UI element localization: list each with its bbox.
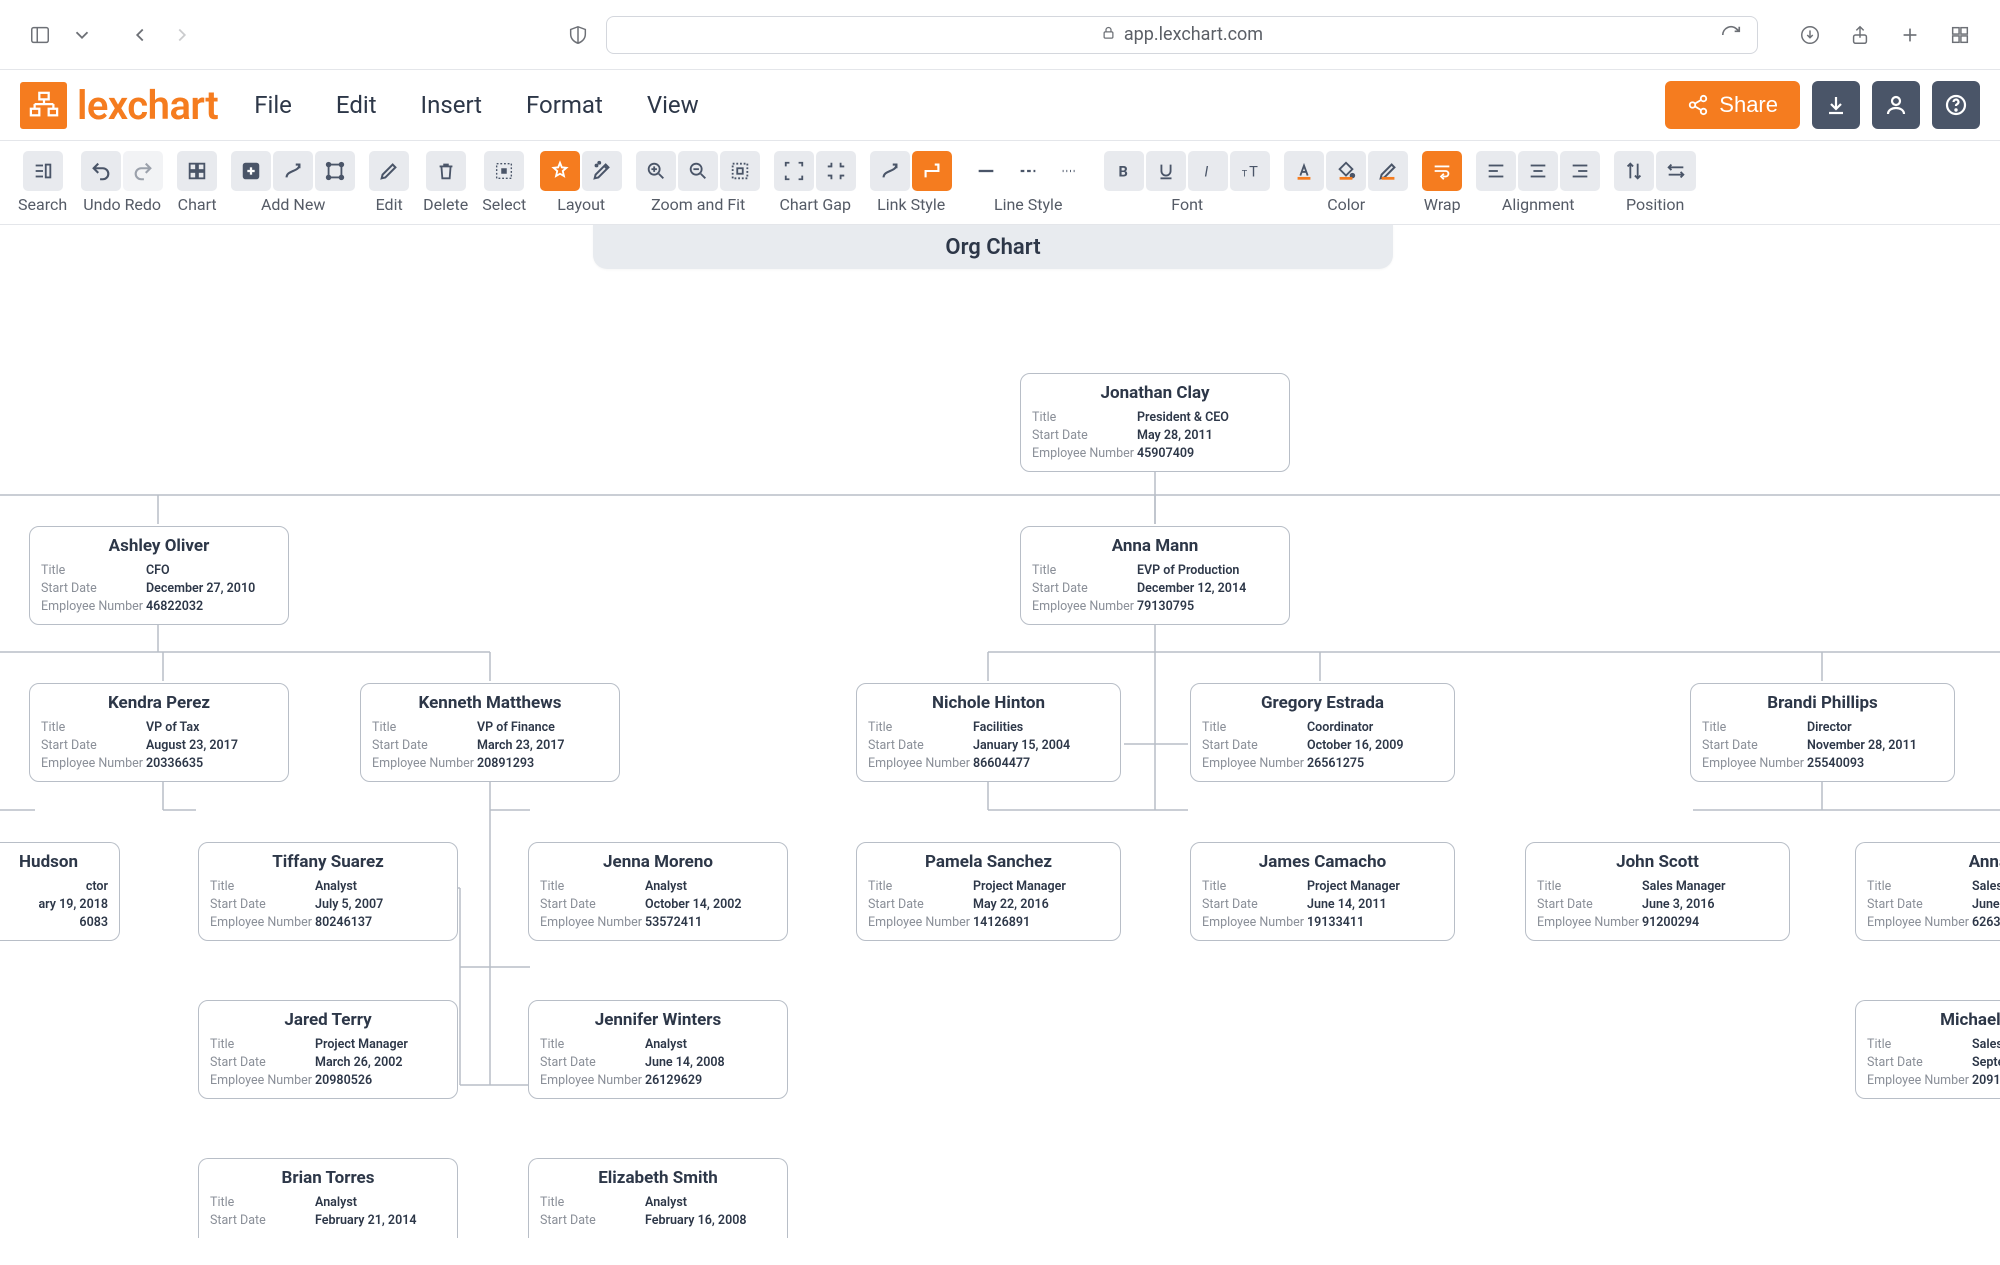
node-oliver[interactable]: Ashley Oliver TitleCFO Start DateDecembe… xyxy=(29,526,289,625)
tb-line-dot[interactable] xyxy=(1050,151,1090,191)
tb-layout-manual[interactable] xyxy=(582,151,622,191)
share-button[interactable]: Share xyxy=(1665,81,1800,129)
node-sanchez[interactable]: Pamela Sanchez TitleProject Manager Star… xyxy=(856,842,1121,941)
app-header: lexchart File Edit Insert Format View Sh… xyxy=(0,70,2000,140)
browser-chrome: app.lexchart.com xyxy=(0,0,2000,70)
address-bar[interactable]: app.lexchart.com xyxy=(606,16,1758,54)
node-suarez[interactable]: Tiffany Suarez TitleAnalyst Start DateJu… xyxy=(198,842,458,941)
node-moreno[interactable]: Jenna Moreno TitleAnalyst Start DateOcto… xyxy=(528,842,788,941)
share-up-icon[interactable] xyxy=(1846,21,1874,49)
tb-pos-h[interactable] xyxy=(1656,151,1696,191)
forward-icon[interactable] xyxy=(168,21,196,49)
logo-text: lexchart xyxy=(77,82,218,129)
sidebar-toggle-icon[interactable] xyxy=(26,21,54,49)
url-text: app.lexchart.com xyxy=(1124,24,1263,45)
toolbar: Search Undo Redo Chart Add New Edit Dele… xyxy=(0,140,2000,225)
node-hinton[interactable]: Nichole Hinton TitleFacilities Start Dat… xyxy=(856,683,1121,782)
node-smith[interactable]: Elizabeth Smith TitleAnalyst Start DateF… xyxy=(528,1158,788,1238)
tb-redo[interactable] xyxy=(123,151,163,191)
tb-color-fill[interactable] xyxy=(1326,151,1366,191)
menu-format[interactable]: Format xyxy=(526,91,603,119)
tb-gap-collapse[interactable] xyxy=(816,151,856,191)
chevron-down-icon[interactable] xyxy=(68,21,96,49)
node-scott[interactable]: John Scott TitleSales Manager Start Date… xyxy=(1525,842,1790,941)
tb-delete[interactable] xyxy=(426,151,466,191)
tb-link-elbow[interactable] xyxy=(912,151,952,191)
node-phillips[interactable]: Brandi Phillips TitleDirector Start Date… xyxy=(1690,683,1955,782)
download-circle-icon[interactable] xyxy=(1796,21,1824,49)
tabs-grid-icon[interactable] xyxy=(1946,21,1974,49)
node-michael[interactable]: Michael Jo TitleSales Start DateSepte Em… xyxy=(1855,1000,2000,1099)
menu-insert[interactable]: Insert xyxy=(421,91,482,119)
tb-chart[interactable] xyxy=(177,151,217,191)
menu-file[interactable]: File xyxy=(254,91,292,119)
tb-zoom-fit[interactable] xyxy=(720,151,760,191)
tb-layout-auto[interactable] xyxy=(540,151,580,191)
menubar: File Edit Insert Format View xyxy=(254,91,698,119)
node-winters[interactable]: Jennifer Winters TitleAnalyst Start Date… xyxy=(528,1000,788,1099)
tb-add-link[interactable] xyxy=(273,151,313,191)
logo-mark-icon xyxy=(20,82,67,129)
tb-zoom-out[interactable] xyxy=(678,151,718,191)
node-annao[interactable]: Anna O TitleSales Start DateJune Employe… xyxy=(1855,842,2000,941)
tb-align-left[interactable] xyxy=(1476,151,1516,191)
download-button[interactable] xyxy=(1812,81,1860,129)
share-label: Share xyxy=(1719,92,1778,118)
help-button[interactable] xyxy=(1932,81,1980,129)
back-icon[interactable] xyxy=(126,21,154,49)
node-terry[interactable]: Jared Terry TitleProject Manager Start D… xyxy=(198,1000,458,1099)
node-estrada[interactable]: Gregory Estrada TitleCoordinator Start D… xyxy=(1190,683,1455,782)
tb-font-italic[interactable]: I xyxy=(1188,151,1228,191)
node-hudson[interactable]: Hudson ctor ary 19, 2018 6083 xyxy=(0,842,120,941)
svg-text:T: T xyxy=(1242,170,1248,180)
logo[interactable]: lexchart xyxy=(20,82,218,129)
tb-font-underline[interactable] xyxy=(1146,151,1186,191)
node-matthews[interactable]: Kenneth Matthews TitleVP of Finance Star… xyxy=(360,683,620,782)
tb-line-dash[interactable] xyxy=(1008,151,1048,191)
svg-text:B: B xyxy=(1119,163,1128,181)
node-clay[interactable]: Jonathan Clay TitlePresident & CEO Start… xyxy=(1020,373,1290,472)
tb-color-text[interactable] xyxy=(1284,151,1324,191)
tb-edit[interactable] xyxy=(369,151,409,191)
tb-link-curve[interactable] xyxy=(870,151,910,191)
shield-icon[interactable] xyxy=(564,21,592,49)
svg-text:I: I xyxy=(1205,163,1209,181)
lock-icon xyxy=(1101,24,1116,45)
tb-align-right[interactable] xyxy=(1560,151,1600,191)
menu-view[interactable]: View xyxy=(647,91,699,119)
new-tab-icon[interactable] xyxy=(1896,21,1924,49)
tb-undo[interactable] xyxy=(81,151,121,191)
node-perez[interactable]: Kendra Perez TitleVP of Tax Start DateAu… xyxy=(29,683,289,782)
tb-pos-v[interactable] xyxy=(1614,151,1654,191)
tb-font-bold[interactable]: B xyxy=(1104,151,1144,191)
tb-gap-expand[interactable] xyxy=(774,151,814,191)
menu-edit[interactable]: Edit xyxy=(336,91,377,119)
tb-add-node[interactable] xyxy=(231,151,271,191)
tb-wrap[interactable] xyxy=(1422,151,1462,191)
tb-color-border[interactable] xyxy=(1368,151,1408,191)
tb-search[interactable] xyxy=(23,151,63,191)
svg-text:T: T xyxy=(1249,163,1258,181)
account-button[interactable] xyxy=(1872,81,1920,129)
node-camacho[interactable]: James Camacho TitleProject Manager Start… xyxy=(1190,842,1455,941)
node-mann[interactable]: Anna Mann TitleEVP of Production Start D… xyxy=(1020,526,1290,625)
tb-line-solid[interactable] xyxy=(966,151,1006,191)
chart-canvas[interactable]: Org Chart xyxy=(0,225,2000,1265)
node-torres[interactable]: Brian Torres TitleAnalyst Start DateFebr… xyxy=(198,1158,458,1238)
tb-align-center[interactable] xyxy=(1518,151,1558,191)
refresh-icon[interactable] xyxy=(1717,21,1745,49)
tb-font-size[interactable]: TT xyxy=(1230,151,1270,191)
tb-zoom-in[interactable] xyxy=(636,151,676,191)
tb-select[interactable] xyxy=(484,151,524,191)
tb-add-shape[interactable] xyxy=(315,151,355,191)
